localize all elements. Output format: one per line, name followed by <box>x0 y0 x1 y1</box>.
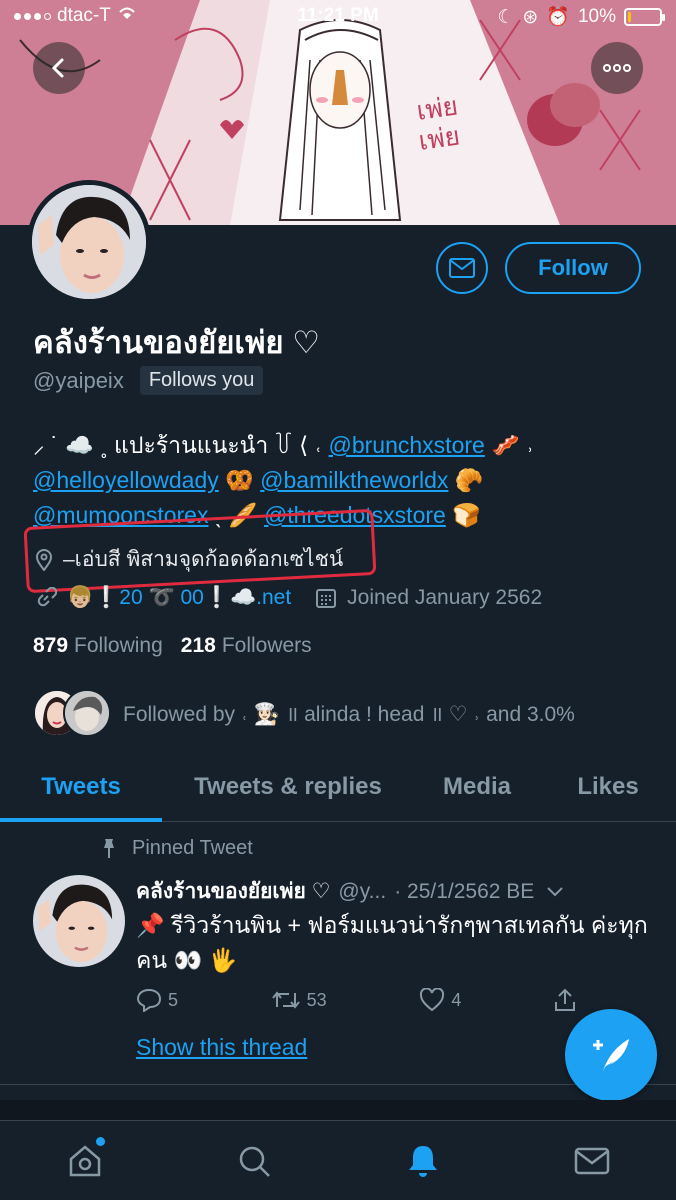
profile-meta: 👦🏼❕20 ➰ 00❕☁️.net Joined January 2562 <box>35 586 542 610</box>
followers-stat[interactable]: 218 Followers <box>181 634 312 658</box>
nav-notifications[interactable] <box>393 1131 453 1191</box>
notification-dot <box>95 1136 105 1146</box>
nav-search[interactable] <box>224 1131 284 1191</box>
like-button[interactable]: 4 <box>419 988 461 1012</box>
retweet-count: 53 <box>306 989 327 1010</box>
retweet-button[interactable]: 53 <box>271 988 327 1012</box>
tweet-text: 📌 รีวิวร้านพิน + ฟอร์มแนวน่ารักๆพาสเทลกั… <box>136 912 648 973</box>
avatar-photo <box>33 875 125 967</box>
heart-icon <box>420 988 445 1012</box>
follow-button[interactable]: Follow <box>505 242 641 294</box>
status-bar: dtac-T 11:21 PM ☾ ⊛ ⏰ 10% <box>0 0 676 32</box>
compose-tweet-button[interactable] <box>565 1009 657 1101</box>
envelope-icon <box>449 258 475 278</box>
moon-icon: ☾ <box>497 6 515 28</box>
feather-plus-icon <box>593 1039 629 1071</box>
joined-date: Joined January 2562 <box>347 586 543 609</box>
bio-text: ⸝ ˙ ☁️ ˳ แปะร้านแนะนำ ꒦ ⟨ ˓ <box>33 432 329 458</box>
tweet-author-name[interactable]: คลังร้านของยัยเพ่ย ♡ <box>136 875 330 908</box>
alarm-icon: ⏰ <box>546 7 570 28</box>
bio-text: 🍞 <box>445 502 481 528</box>
bottom-tab-bar <box>0 1120 676 1200</box>
website-link[interactable]: 👦🏼❕20 ➰ 00❕☁️.net <box>67 586 291 610</box>
reply-button[interactable]: 5 <box>136 988 178 1012</box>
bio-text: 🥓 ˒ <box>484 432 534 458</box>
profile-tabs: Tweets Tweets & replies Media Likes <box>0 752 676 822</box>
bio-link-brunchxstore[interactable]: @brunchxstore <box>329 432 485 458</box>
more-options-button[interactable] <box>591 42 643 94</box>
show-thread-link[interactable]: Show this thread <box>136 1034 307 1061</box>
back-button[interactable] <box>33 42 85 94</box>
chevron-left-icon <box>51 58 64 78</box>
follower-avatar <box>63 689 111 737</box>
retweet-icon <box>271 991 300 1009</box>
share-icon <box>554 988 575 1011</box>
bell-icon <box>408 1145 437 1177</box>
battery-icon <box>624 8 665 26</box>
tweet-date: · 25/1/2562 BE <box>394 879 535 903</box>
bio-text: 🥐 <box>448 467 484 493</box>
avatar-photo <box>32 185 146 299</box>
pinned-indicator: Pinned Tweet <box>100 837 253 860</box>
handle-row: @yaipeix Follows you <box>33 366 264 395</box>
profile-handle: @yaipeix <box>33 367 124 393</box>
follows-you-badge: Follows you <box>139 366 264 395</box>
status-right: ☾ ⊛ ⏰ 10% <box>497 5 665 29</box>
link-icon <box>37 587 57 607</box>
tweet-avatar[interactable] <box>33 875 125 967</box>
follow-stats: 879 Following 218 Followers <box>33 634 312 658</box>
followers-count: 218 <box>180 634 216 657</box>
envelope-icon <box>574 1147 609 1174</box>
nav-messages[interactable] <box>562 1131 622 1191</box>
bio-link-helloyellowdady[interactable]: @helloyellowdady <box>33 467 219 493</box>
reply-count: 5 <box>168 989 179 1010</box>
calendar-icon <box>316 589 337 608</box>
battery-fill <box>628 12 631 22</box>
tab-tweets-replies[interactable]: Tweets & replies <box>162 752 414 821</box>
home-icon <box>69 1144 100 1176</box>
followed-by-text: Followed by ˓ 👩🏻‍🍳 ॥ alinda ! head ॥ ♡ ˒… <box>123 703 575 726</box>
bio-text: 🥨 <box>218 467 261 493</box>
profile-display-name: คลังร้านของยัยเพ่ย ♡ <box>33 325 320 360</box>
share-button[interactable] <box>554 988 576 1012</box>
search-icon <box>239 1146 270 1177</box>
following-label: Following <box>74 634 163 657</box>
nav-home[interactable] <box>55 1131 115 1191</box>
followed-by-row[interactable]: Followed by ˓ 👩🏻‍🍳 ॥ alinda ! head ॥ ♡ ˒… <box>33 689 575 739</box>
chevron-down-icon[interactable] <box>546 886 564 898</box>
follower-avatars <box>33 689 113 739</box>
svg-text:เพ่ย: เพ่ย <box>417 121 462 156</box>
tweet-actions: 5 53 4 <box>136 988 576 1012</box>
message-button[interactable] <box>436 242 488 294</box>
reply-icon <box>136 988 162 1012</box>
tweet-author-handle: @y... <box>338 879 387 903</box>
pin-icon <box>104 838 114 858</box>
following-stat[interactable]: 879 Following <box>33 634 163 658</box>
tab-tweets[interactable]: Tweets <box>0 752 162 822</box>
tab-media[interactable]: Media <box>414 752 540 821</box>
pinned-label: Pinned Tweet <box>132 837 253 859</box>
followers-label: Followers <box>221 634 312 657</box>
battery-percent: 10% <box>577 6 616 27</box>
orientation-lock-icon: ⊛ <box>522 6 539 28</box>
tab-likes[interactable]: Likes <box>540 752 676 821</box>
section-divider <box>0 1100 676 1120</box>
bio-link-bamilktheworldx[interactable]: @bamilktheworldx <box>260 467 448 493</box>
following-count: 879 <box>33 634 69 657</box>
profile-avatar[interactable] <box>27 180 151 304</box>
more-icon <box>603 64 631 72</box>
like-count: 4 <box>451 989 462 1010</box>
tweet-header: คลังร้านของยัยเพ่ย ♡ @y... · 25/1/2562 B… <box>136 875 656 908</box>
